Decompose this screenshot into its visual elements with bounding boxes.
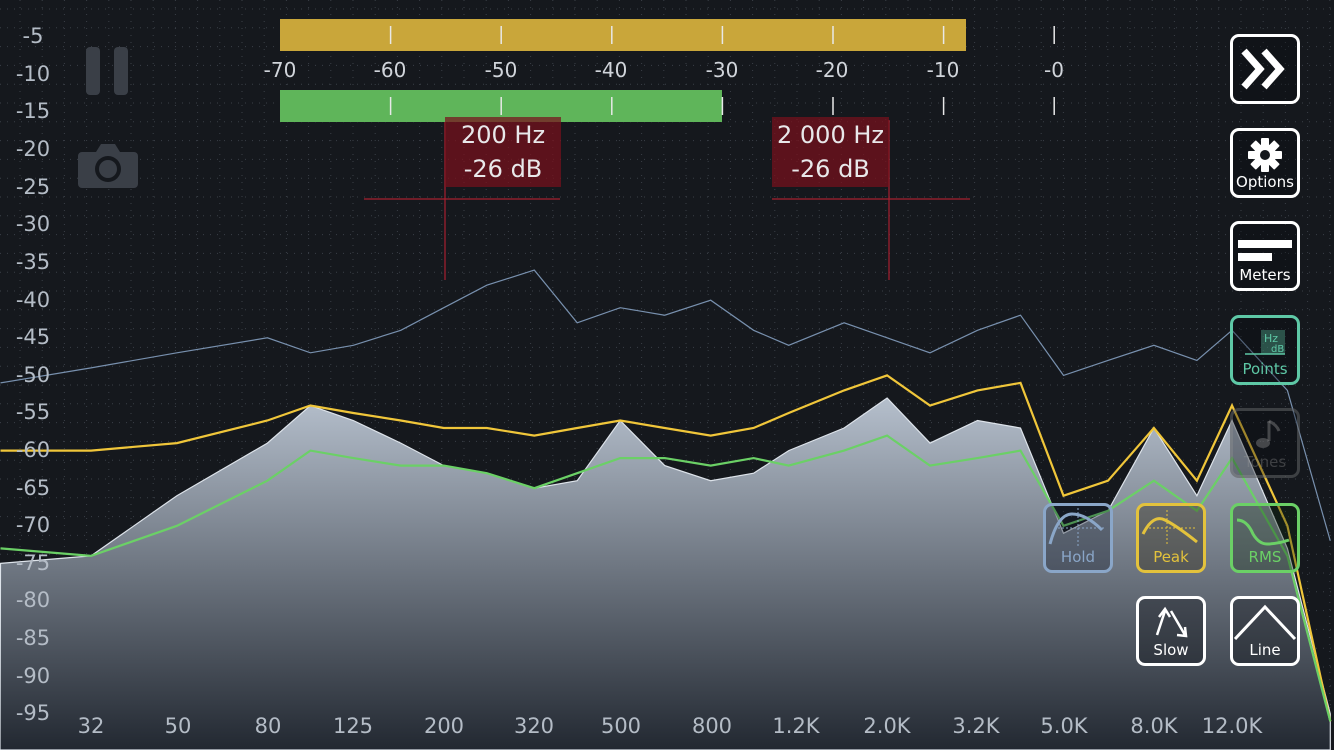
y-tick-label: -40 bbox=[15, 288, 51, 312]
slow-arrows-icon bbox=[1151, 605, 1191, 641]
x-tick-label: 125 bbox=[332, 714, 374, 738]
meter-tick-marks bbox=[389, 26, 1055, 115]
y-tick-label: -90 bbox=[15, 664, 51, 688]
marker-level: -26 dB bbox=[463, 155, 543, 183]
y-tick-label: -45 bbox=[15, 325, 51, 349]
tones-button[interactable]: Tones bbox=[1230, 408, 1300, 478]
y-tick-label: -30 bbox=[15, 212, 51, 236]
line-label: Line bbox=[1249, 641, 1281, 659]
marker-level: -26 dB bbox=[791, 155, 870, 183]
x-tick-label: 8.0K bbox=[1130, 714, 1178, 738]
meter-tick-label: -60 bbox=[373, 58, 407, 82]
peak-label: Peak bbox=[1153, 548, 1189, 566]
x-tick-label: 80 bbox=[254, 714, 282, 738]
line-button[interactable]: Line bbox=[1230, 596, 1300, 666]
x-tick-label: 320 bbox=[513, 714, 555, 738]
y-tick-label: -55 bbox=[15, 400, 51, 424]
meter-tick-label: -0 bbox=[1044, 58, 1064, 82]
meter-tick-label: -70 bbox=[263, 58, 297, 82]
x-tick-label: 5.0K bbox=[1040, 714, 1088, 738]
x-tick-label: 800 bbox=[691, 714, 733, 738]
tones-label: Tones bbox=[1243, 453, 1287, 471]
pause-icon[interactable] bbox=[86, 47, 130, 99]
frequency-marker[interactable]: 2 000 Hz -26 dB bbox=[772, 117, 889, 187]
x-tick-label: 32 bbox=[77, 714, 105, 738]
x-tick-label: 500 bbox=[600, 714, 642, 738]
marker-frequency: 200 Hz bbox=[460, 121, 546, 149]
line-shape-icon bbox=[1233, 603, 1297, 641]
x-tick-label: 1.2K bbox=[772, 714, 820, 738]
meters-label: Meters bbox=[1239, 266, 1291, 284]
slow-label: Slow bbox=[1153, 641, 1189, 659]
slow-button[interactable]: Slow bbox=[1136, 596, 1206, 666]
frequency-marker[interactable]: 200 Hz -26 dB bbox=[445, 117, 561, 187]
x-tick-label: 3.2K bbox=[952, 714, 1000, 738]
hold-button[interactable]: Hold bbox=[1043, 503, 1113, 573]
rms-label: RMS bbox=[1248, 548, 1282, 566]
fast-forward-icon bbox=[1240, 48, 1290, 90]
meter-tick-label: -50 bbox=[484, 58, 518, 82]
hz-db-icon: Hz dB bbox=[1245, 328, 1285, 360]
icon-text-db: dB bbox=[1271, 344, 1284, 355]
y-tick-label: -65 bbox=[15, 476, 51, 500]
y-tick-label: -25 bbox=[15, 175, 51, 199]
options-button[interactable]: Options bbox=[1230, 128, 1300, 198]
meter-tick-label: -30 bbox=[705, 58, 739, 82]
points-label: Points bbox=[1242, 360, 1288, 378]
y-tick-label: -50 bbox=[15, 363, 51, 387]
meter-tick-label: -40 bbox=[594, 58, 628, 82]
camera-icon[interactable] bbox=[78, 140, 138, 194]
y-tick-label: -85 bbox=[15, 626, 51, 650]
y-tick-label: -20 bbox=[15, 137, 51, 161]
x-tick-label: 50 bbox=[164, 714, 192, 738]
hold-curve-icon bbox=[1048, 508, 1108, 548]
options-label: Options bbox=[1236, 173, 1294, 191]
y-tick-label: -75 bbox=[15, 551, 51, 575]
peak-button[interactable]: Peak bbox=[1136, 503, 1206, 573]
rms-button[interactable]: RMS bbox=[1230, 503, 1300, 573]
meter-tick-label: -10 bbox=[926, 58, 960, 82]
spectrum-area bbox=[0, 397, 1331, 750]
points-button[interactable]: Hz dB Points bbox=[1230, 315, 1300, 385]
x-tick-label: 12.0K bbox=[1201, 714, 1263, 738]
y-tick-label: -70 bbox=[15, 513, 51, 537]
hold-label: Hold bbox=[1060, 548, 1096, 566]
marker-frequency: 2 000 Hz bbox=[777, 121, 884, 149]
y-tick-label: -35 bbox=[15, 250, 51, 274]
gear-icon bbox=[1247, 137, 1283, 173]
x-tick-label: 200 bbox=[423, 714, 465, 738]
meters-icon bbox=[1236, 236, 1294, 266]
x-tick-label: 2.0K bbox=[863, 714, 911, 738]
rms-curve-icon bbox=[1235, 508, 1295, 548]
y-tick-label: -60 bbox=[15, 438, 51, 462]
spectrum-analyzer: -5 -10 -15 -20 -25 -30 -35 -40 -45 -50 -… bbox=[0, 0, 1334, 750]
peak-curve-icon bbox=[1141, 508, 1201, 548]
meters-button[interactable]: Meters bbox=[1230, 221, 1300, 291]
y-tick-label: -80 bbox=[15, 588, 51, 612]
fast-forward-button[interactable] bbox=[1230, 34, 1300, 104]
music-note-icon bbox=[1245, 417, 1285, 453]
meter-tick-label: -20 bbox=[815, 58, 849, 82]
